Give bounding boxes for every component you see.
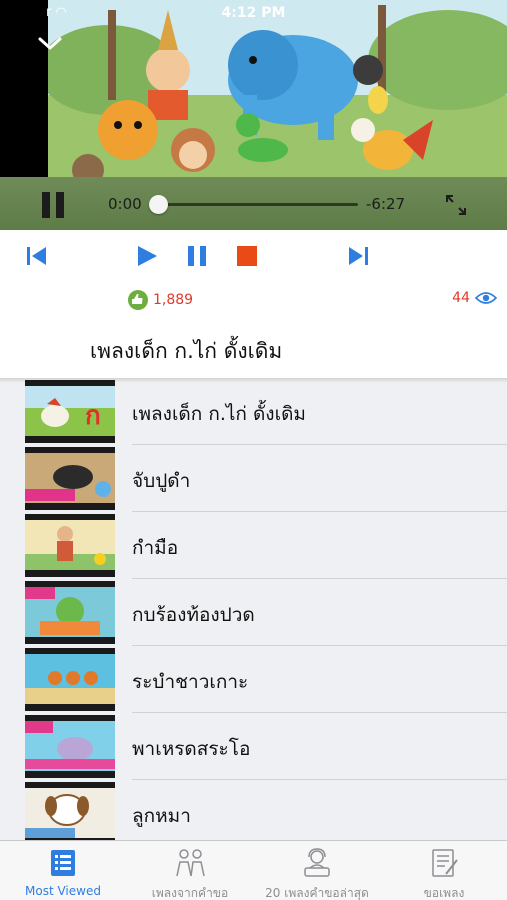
tab-label: เพลงจากคำขอ: [151, 886, 229, 900]
pause-icon: [188, 246, 206, 266]
playlist-item-title: จับปูดำ: [132, 470, 191, 492]
video-thumbnail: [25, 514, 115, 577]
play-button[interactable]: [134, 243, 160, 269]
view-count: 44: [452, 290, 470, 306]
playlist-item-title: ลูกหมา: [132, 805, 191, 827]
latest-requests-icon: [304, 848, 330, 877]
video-thumbnail: ก: [25, 380, 115, 443]
tab-bar: Most Viewed เพลงจากคำขอ 20 เพลงคำขอล่าสุ…: [0, 840, 507, 900]
video-pause-button[interactable]: [40, 192, 66, 218]
playlist-item[interactable]: จับปูดำ: [0, 445, 507, 512]
remaining-time: -6:27: [366, 195, 406, 213]
playlist-item-title: เพลงเด็ก ก.ไก่ ดั้งเดิม: [132, 403, 306, 425]
tab-requested-songs[interactable]: เพลงจากคำขอ: [127, 841, 253, 900]
playlist-item-title: พาเหรดสระโอ: [132, 738, 251, 760]
collapse-player-button[interactable]: [34, 32, 66, 56]
progress-thumb[interactable]: [149, 195, 168, 214]
playlist-item[interactable]: ก เพลงเด็ก ก.ไก่ ดั้งเดิม: [0, 378, 507, 445]
tab-label: Most Viewed: [25, 884, 101, 898]
progress-scrubber[interactable]: [149, 195, 358, 214]
video-controls-bar: 0:00 -6:27: [0, 177, 507, 230]
thumbs-up-icon: [128, 290, 148, 310]
video-thumbnail: [25, 648, 115, 711]
transport-controls: [0, 230, 507, 282]
tab-request-song[interactable]: ขอเพลง: [381, 841, 507, 900]
skip-next-icon: [349, 247, 368, 265]
tab-label: 20 เพลงคำขอล่าสุด: [265, 886, 369, 900]
eye-icon: [475, 292, 497, 304]
view-stats: 44: [452, 290, 497, 306]
video-player[interactable]: r ◠ 4:12 PM 0:00 -6:27: [0, 0, 507, 230]
like-count: 1,889: [153, 292, 194, 308]
svg-text:ก: ก: [85, 401, 101, 431]
video-stats: 1,889 44: [0, 282, 507, 320]
video-thumbnail: [25, 447, 115, 510]
video-thumbnail: [25, 581, 115, 644]
video-thumbnail: [25, 782, 115, 840]
pause-icon-bar-right: [56, 192, 64, 218]
status-bar: r ◠ 4:12 PM: [0, 4, 507, 24]
request-form-icon: [432, 849, 458, 877]
tab-most-viewed[interactable]: Most Viewed: [0, 841, 126, 900]
play-icon: [138, 246, 157, 266]
playlist-item[interactable]: กำมือ: [0, 512, 507, 579]
chevron-down-icon: [38, 37, 62, 50]
tab-label: ขอเพลง: [423, 886, 465, 900]
like-button[interactable]: 1,889: [128, 290, 193, 310]
elapsed-time: 0:00: [108, 195, 142, 213]
video-thumbnail: [25, 715, 115, 778]
playlist-item-title: ระบำชาวเกาะ: [132, 671, 249, 693]
list-icon: [51, 850, 75, 876]
stop-icon: [237, 246, 257, 266]
playlist-item[interactable]: ลูกหมา: [0, 780, 507, 840]
fullscreen-button[interactable]: [444, 193, 468, 217]
tab-latest-requests[interactable]: 20 เพลงคำขอล่าสุด: [254, 841, 380, 900]
playlist-item-title: กำมือ: [132, 537, 179, 559]
playlist-item[interactable]: ระบำชาวเกาะ: [0, 646, 507, 713]
expand-icon: [446, 195, 466, 215]
previous-button[interactable]: [24, 243, 50, 269]
playlist-item-title: กบร้องท้องปวด: [132, 604, 255, 626]
next-button[interactable]: [345, 243, 371, 269]
playlist-item[interactable]: กบร้องท้องปวด: [0, 579, 507, 646]
skip-previous-icon: [27, 247, 46, 265]
stop-button[interactable]: [234, 243, 260, 269]
now-playing-title: เพลงเด็ก ก.ไก่ ดั้งเดิม: [90, 339, 283, 363]
pause-icon-bar-left: [42, 192, 50, 218]
status-time: 4:12 PM: [221, 5, 286, 21]
playlist: ก เพลงเด็ก ก.ไก่ ดั้งเดิม จับปูดำ กำมือ …: [0, 378, 507, 840]
playlist-item[interactable]: พาเหรดสระโอ: [0, 713, 507, 780]
request-songs-icon: [176, 849, 205, 877]
pause-button[interactable]: [184, 243, 210, 269]
